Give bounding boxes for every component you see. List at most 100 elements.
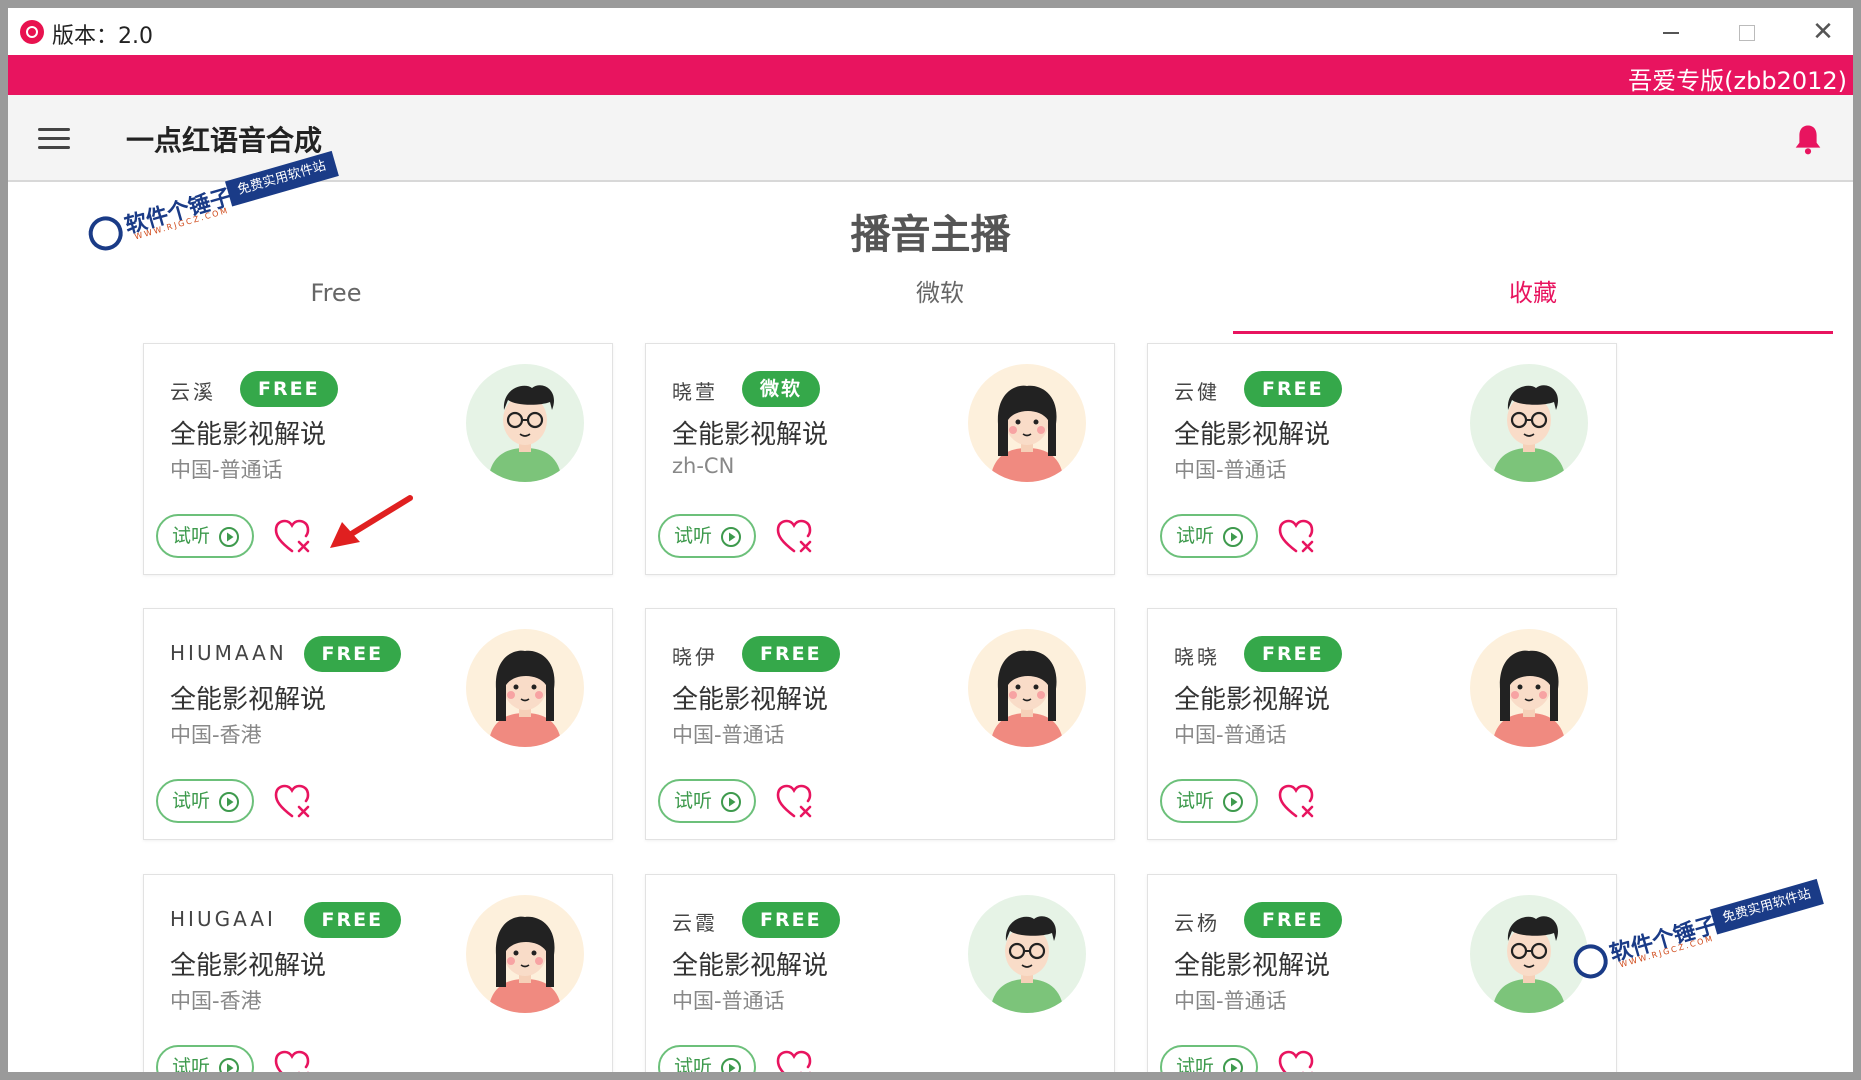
play-circle-icon (219, 1058, 239, 1072)
voice-style: 全能影视解说 (1174, 685, 1331, 715)
tab-bar: Free 微软 收藏 (8, 268, 1853, 334)
app-logo-icon (20, 20, 44, 44)
voice-card[interactable]: HIUGAAI FREE 全能影视解说 中国-香港 试听 (143, 874, 613, 1072)
tab-free[interactable]: Free (36, 268, 636, 334)
male-avatar-icon (1470, 364, 1588, 482)
voice-language: 中国-普通话 (1174, 458, 1287, 482)
tab-favorites[interactable]: 收藏 (1233, 268, 1833, 334)
listen-button[interactable]: 试听 (1160, 1045, 1258, 1072)
listen-button[interactable]: 试听 (156, 779, 254, 823)
voice-badge: FREE (742, 636, 840, 672)
edition-label: 吾爱专版(zbb2012) (1628, 67, 1847, 95)
voice-name: HIUGAAI (170, 907, 276, 931)
minimize-icon (1663, 31, 1679, 34)
voice-name: 云溪 (170, 380, 216, 404)
female-avatar-icon (466, 629, 584, 747)
voice-badge: FREE (1244, 902, 1342, 938)
remove-favorite-icon[interactable] (1278, 783, 1318, 821)
play-circle-icon (1223, 792, 1243, 812)
listen-label: 试听 (674, 1056, 713, 1072)
remove-favorite-icon[interactable] (776, 518, 816, 556)
remove-favorite-icon[interactable] (1278, 1049, 1318, 1072)
hamburger-menu-icon[interactable] (38, 128, 70, 150)
voice-style: 全能影视解说 (170, 951, 327, 981)
play-circle-icon (1223, 527, 1243, 547)
male-avatar-icon (466, 364, 584, 482)
male-avatar-icon (968, 895, 1086, 1013)
maximize-icon (1739, 24, 1755, 41)
voice-badge: FREE (742, 902, 840, 938)
voice-name: HIUMAAN (170, 641, 287, 665)
voice-name: 晓萱 (672, 380, 718, 404)
play-circle-icon (721, 792, 741, 812)
tab-microsoft[interactable]: 微软 (640, 268, 1240, 334)
voice-language: 中国-普通话 (1174, 723, 1287, 747)
listen-label: 试听 (1176, 1056, 1215, 1072)
listen-label: 试听 (674, 790, 713, 812)
watermark-tag: 免费实用软件站 (1709, 878, 1824, 935)
app-title: 一点红语音合成 (126, 124, 323, 157)
play-circle-icon (219, 527, 239, 547)
voice-language: 中国-普通话 (672, 989, 785, 1013)
voice-name: 云健 (1174, 380, 1220, 404)
maximize-button[interactable] (1719, 12, 1775, 52)
listen-label: 试听 (172, 525, 211, 547)
play-circle-icon (721, 1058, 741, 1072)
remove-favorite-icon[interactable] (776, 1049, 816, 1072)
edition-banner: 吾爱专版(zbb2012) (8, 55, 1853, 95)
listen-button[interactable]: 试听 (156, 1045, 254, 1072)
listen-button[interactable]: 试听 (658, 514, 756, 558)
female-avatar-icon (968, 629, 1086, 747)
voice-language: 中国-香港 (170, 989, 262, 1013)
bell-icon[interactable] (1793, 123, 1823, 155)
voice-language: 中国-普通话 (170, 458, 283, 482)
voice-style: 全能影视解说 (170, 685, 327, 715)
voice-badge: FREE (1244, 636, 1342, 672)
listen-button[interactable]: 试听 (658, 779, 756, 823)
voice-card[interactable]: 云杨 FREE 全能影视解说中国-普通话试听 (1147, 874, 1617, 1072)
close-button[interactable]: ✕ (1795, 12, 1851, 52)
voice-language: 中国-香港 (170, 723, 262, 747)
listen-label: 试听 (674, 525, 713, 547)
remove-favorite-icon[interactable] (776, 783, 816, 821)
voice-badge: 微软 (742, 371, 821, 407)
voice-card[interactable]: 云霞 FREE 全能影视解说 中国-普通话 试听 (645, 874, 1115, 1072)
voice-name: 晓晓 (1174, 645, 1220, 669)
voice-language: zh-CN (672, 454, 735, 478)
remove-favorite-icon[interactable] (1278, 518, 1318, 556)
listen-button[interactable]: 试听 (1160, 514, 1258, 558)
voice-card[interactable]: 云健 FREE 全能影视解说 中国-普通话 试听 (1147, 343, 1617, 575)
play-circle-icon (721, 527, 741, 547)
minimize-button[interactable] (1643, 12, 1699, 52)
listen-label: 试听 (172, 790, 211, 812)
listen-button[interactable]: 试听 (1160, 779, 1258, 823)
listen-button[interactable]: 试听 (156, 514, 254, 558)
play-circle-icon (1223, 1058, 1243, 1072)
voice-badge: FREE (240, 371, 338, 407)
remove-favorite-icon[interactable] (274, 783, 314, 821)
voice-name: 云杨 (1174, 911, 1220, 935)
voice-language: 中国-普通话 (1174, 989, 1287, 1013)
annotation-arrow-icon (330, 495, 413, 548)
female-avatar-icon (1470, 629, 1588, 747)
listen-button[interactable]: 试听 (658, 1045, 756, 1072)
section-title: 播音主播 (850, 212, 1011, 258)
voice-name: 晓伊 (672, 645, 718, 669)
voice-card[interactable]: 晓萱 微软全能影视解说 zh-CN 试听 (645, 343, 1115, 575)
voice-card[interactable]: 晓伊 FREE 全能影视解说 中国-普通话 试听 (645, 608, 1115, 840)
listen-label: 试听 (1176, 790, 1215, 812)
female-avatar-icon (466, 895, 584, 1013)
remove-favorite-icon[interactable] (274, 1049, 314, 1072)
app-window: 版本：2.0 ✕ 吾爱专版(zbb2012) 一点红语音合成 播音主播 Free… (8, 8, 1853, 1072)
voice-style: 全能影视解说 (672, 685, 829, 715)
voice-card[interactable]: HIUMAAN FREE 全能影视解说 中国-香港 试听 (143, 608, 613, 840)
remove-favorite-icon[interactable] (274, 518, 314, 556)
voice-style: 全能影视解说 (672, 420, 829, 450)
voice-name: 云霞 (672, 911, 718, 935)
title-bar: 版本：2.0 ✕ (8, 8, 1853, 55)
listen-label: 试听 (1176, 525, 1215, 547)
voice-style: 全能影视解说 (1174, 951, 1331, 981)
voice-card[interactable]: 晓晓 FREE 全能影视解说中国-普通话 试听 (1147, 608, 1617, 840)
voice-style: 全能影视解说 (1174, 420, 1331, 450)
female-avatar-icon (968, 364, 1086, 482)
